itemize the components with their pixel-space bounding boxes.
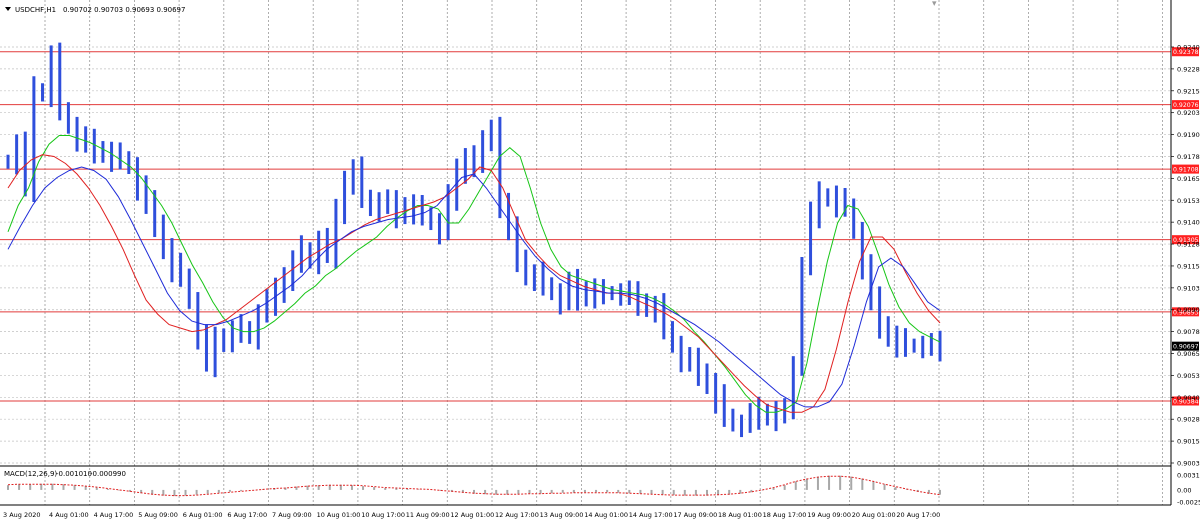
level-price-label: 0.92076	[1173, 102, 1199, 109]
y-tick-label: 0.92155	[1177, 87, 1200, 95]
x-tick-label: 6 Aug 17:00	[227, 511, 267, 519]
x-tick-label: 11 Aug 09:00	[406, 511, 450, 519]
x-tick-label: 14 Aug 17:00	[629, 511, 673, 519]
x-tick-label: 20 Aug 01:00	[852, 511, 896, 519]
x-tick-label: 5 Aug 09:00	[138, 511, 178, 519]
current-price-label: 0.90697	[1173, 344, 1199, 351]
y-tick-label: 0.91905	[1177, 131, 1200, 139]
x-tick-label: 4 Aug 17:00	[94, 511, 134, 519]
chart-window[interactable]: 0.92378 0.92076 0.91708 0.91305 0.90893 0.903…	[0, 0, 1200, 525]
x-tick-label: 12 Aug 01:00	[450, 511, 494, 519]
y-tick-label: 0.91030	[1177, 284, 1200, 292]
x-tick-label: 13 Aug 09:00	[540, 511, 584, 519]
y-tick-label: 0.90030	[1177, 460, 1200, 468]
y-tick-label: 0.91155	[1177, 262, 1200, 270]
y-tick-label: 0.90780	[1177, 328, 1200, 336]
x-tick-label: 20 Aug 17:00	[896, 511, 940, 519]
time-axis[interactable]: 3 Aug 2020 4 Aug 01:00 4 Aug 17:00 5 Aug 09…	[3, 511, 940, 519]
y-tick-label: 0.91780	[1177, 153, 1200, 161]
symbol-header: USDCHF,H1 0.90702 0.90703 0.90693 0.9069…	[5, 6, 185, 14]
chart-canvas[interactable]: 0.923780.920760.917080.913050.908930.903…	[0, 0, 1200, 525]
x-tick-label: 7 Aug 09:00	[272, 511, 312, 519]
x-tick-label: 12 Aug 17:00	[495, 511, 539, 519]
x-tick-label: 10 Aug 17:00	[361, 511, 405, 519]
x-tick-label: 4 Aug 01:00	[49, 511, 89, 519]
macd-tick-label: 0.00315	[1177, 472, 1200, 480]
y-tick-label: 0.91530	[1177, 197, 1200, 205]
x-tick-label: 18 Aug 01:00	[718, 511, 762, 519]
y-tick-label: 0.91280	[1177, 241, 1200, 249]
chart-shift-arrow-icon[interactable]: ▾	[932, 0, 937, 9]
y-tick-label: 0.90405	[1177, 394, 1200, 402]
macd-header: MACD(12,26,9) -0.001010 -0.000990	[4, 470, 126, 478]
y-tick-label: 0.92280	[1177, 65, 1200, 73]
y-tick-label: 0.90280	[1177, 416, 1200, 424]
symbol-timeframe: USDCHF,H1	[15, 6, 56, 14]
macd-tick-label: 0.00	[1177, 486, 1191, 494]
x-tick-label: 3 Aug 2020	[3, 511, 41, 519]
y-tick-label: 0.92405	[1177, 44, 1200, 52]
y-tick-label: 0.90905	[1177, 306, 1200, 314]
ohlc-values: 0.90702 0.90703 0.90693 0.90697	[63, 6, 185, 14]
y-tick-label: 0.90530	[1177, 372, 1200, 380]
macd-label: MACD(12,26,9)	[4, 470, 57, 478]
level-price-label: 0.91708	[1173, 167, 1199, 174]
y-tick-label: 0.90155	[1177, 438, 1200, 446]
y-tick-label: 0.91405	[1177, 219, 1200, 227]
macd-main-value: -0.001010	[56, 470, 92, 478]
y-tick-label: 0.91655	[1177, 175, 1200, 183]
x-tick-label: 14 Aug 01:00	[584, 511, 628, 519]
x-tick-label: 10 Aug 01:00	[317, 511, 361, 519]
x-tick-label: 6 Aug 01:00	[183, 511, 223, 519]
x-tick-label: 18 Aug 17:00	[763, 511, 807, 519]
x-tick-label: 19 Aug 09:00	[807, 511, 851, 519]
macd-signal-value: -0.000990	[90, 470, 126, 478]
y-tick-label: 0.90655	[1177, 350, 1200, 358]
x-tick-label: 17 Aug 09:00	[673, 511, 717, 519]
y-tick-label: 0.92030	[1177, 109, 1200, 117]
macd-tick-label: -0.00255	[1177, 499, 1200, 507]
